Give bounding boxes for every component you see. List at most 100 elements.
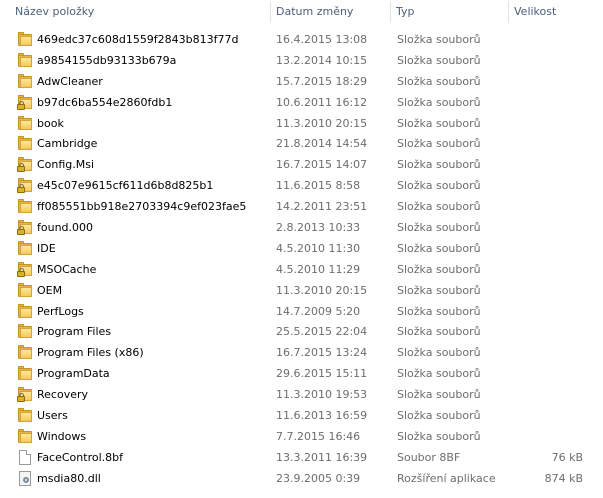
- lock-icon: [17, 267, 25, 277]
- list-item[interactable]: a9854155db93133b679a 13.2.2014 10:15 Složk…: [0, 50, 603, 71]
- item-type: Složka souborů: [397, 158, 481, 172]
- item-date: 16.7.2015 14:07: [276, 158, 368, 172]
- column-header-name[interactable]: Název položky: [10, 0, 271, 25]
- column-header-size-label: Velikost: [514, 5, 557, 18]
- item-date: 11.3.2010 20:15: [276, 283, 368, 297]
- dll-file-icon: [17, 470, 33, 486]
- item-type: Soubor 8BF: [397, 450, 461, 464]
- item-date: 16.4.2015 13:08: [276, 33, 368, 46]
- item-date: 11.6.2013 16:59: [276, 409, 368, 423]
- item-date: 14.2.2011 23:51: [276, 200, 368, 214]
- list-item[interactable]: e45c07e9615cf611d6b8d825b1 11.6.2015 8:58…: [0, 175, 603, 196]
- item-size: [509, 384, 583, 405]
- item-type: Složka souborů: [397, 221, 481, 235]
- item-name: 469edc37c608d1559f2843b813f77d: [37, 33, 239, 46]
- item-name: Program Files (x86): [37, 346, 144, 360]
- item-type: Složka souborů: [397, 346, 481, 360]
- lock-icon: [17, 226, 25, 236]
- folder-icon: [17, 32, 33, 47]
- list-item[interactable]: Recovery 11.3.2010 19:53 Složka souborů: [0, 384, 603, 405]
- item-size: [509, 238, 583, 259]
- item-date: 15.7.2015 18:29: [276, 74, 368, 88]
- item-size: [509, 133, 583, 154]
- list-item[interactable]: AdwCleaner 15.7.2015 18:29 Složka souborů: [0, 71, 603, 92]
- item-size: [509, 426, 583, 447]
- item-date: 10.6.2011 16:12: [276, 95, 368, 109]
- item-type: Složka souborů: [397, 325, 481, 339]
- item-date: 21.8.2014 14:54: [276, 137, 368, 151]
- locked-folder-icon: [17, 178, 33, 194]
- item-name: msdia80.dll: [37, 471, 101, 485]
- item-name: AdwCleaner: [37, 74, 103, 88]
- item-date: 11.3.2010 20:15: [276, 116, 368, 130]
- folder-icon: [17, 303, 33, 319]
- item-type: Složka souborů: [397, 388, 481, 402]
- item-name: a9854155db93133b679a: [37, 53, 177, 67]
- column-header-size[interactable]: Velikost: [509, 0, 603, 25]
- list-item[interactable]: IDE 4.5.2010 11:30 Složka souborů: [0, 238, 603, 259]
- item-date: 4.5.2010 11:29: [276, 262, 361, 276]
- locked-folder-icon: [17, 261, 33, 277]
- item-type: Složka souborů: [397, 241, 481, 255]
- folder-icon: [17, 240, 33, 256]
- item-type: Složka souborů: [397, 200, 481, 214]
- list-item[interactable]: MSOCache 4.5.2010 11:29 Složka souborů: [0, 259, 603, 280]
- folder-icon: [17, 428, 33, 444]
- list-item[interactable]: Program Files 25.5.2015 22:04 Složka soubo…: [0, 321, 603, 342]
- item-size: [509, 175, 583, 196]
- folder-icon: [17, 199, 33, 214]
- column-header-type[interactable]: Typ: [391, 0, 509, 25]
- item-type: Složka souborů: [397, 74, 481, 88]
- column-header-name-label: Název položky: [15, 5, 95, 18]
- item-name: book: [37, 116, 64, 130]
- list-item[interactable]: OEM 11.3.2010 20:15 Složka souborů: [0, 280, 603, 301]
- list-item[interactable]: Windows 7.7.2015 16:46 Složka souborů: [0, 426, 603, 447]
- item-name: Windows: [37, 429, 87, 443]
- item-type: Složka souborů: [397, 283, 481, 297]
- item-type: Složka souborů: [397, 304, 481, 318]
- item-type: Složka souborů: [397, 367, 481, 381]
- list-item[interactable]: Cambridge 21.8.2014 14:54 Složka souborů: [0, 133, 603, 154]
- item-type: Složka souborů: [397, 409, 481, 423]
- item-size: [509, 50, 583, 71]
- list-item[interactable]: msdia80.dll 23.9.2005 0:39 Rozšíření aplik…: [0, 468, 603, 489]
- item-size: [509, 280, 583, 301]
- item-name: Program Files: [37, 325, 112, 339]
- list-item[interactable]: Config.Msi 16.7.2015 14:07 Složka souborů: [0, 154, 603, 175]
- item-name: Recovery: [37, 388, 89, 402]
- item-name: PerfLogs: [37, 304, 84, 318]
- item-size: [509, 301, 583, 322]
- folder-icon: [17, 345, 33, 360]
- item-name: Config.Msi: [37, 158, 95, 172]
- list-item[interactable]: b97dc6ba554e2860fdb1 10.6.2011 16:12 Složk…: [0, 92, 603, 113]
- file-list: 469edc37c608d1559f2843b813f77d 16.4.2015 …: [0, 29, 603, 489]
- locked-folder-icon: [17, 220, 33, 236]
- list-item[interactable]: ProgramData 29.6.2015 15:11 Složka souborů: [0, 363, 603, 384]
- lock-icon: [17, 163, 25, 173]
- item-name: Users: [37, 409, 68, 423]
- item-date: 4.5.2010 11:30: [276, 241, 361, 255]
- item-date: 25.5.2015 22:04: [276, 325, 368, 339]
- item-type: Složka souborů: [397, 429, 481, 443]
- list-item[interactable]: book 11.3.2010 20:15 Složka souborů: [0, 113, 603, 134]
- list-item[interactable]: Program Files (x86) 16.7.2015 13:24 Složka…: [0, 342, 603, 363]
- column-header-date[interactable]: Datum změny: [271, 0, 391, 25]
- file-icon: [17, 449, 33, 465]
- list-item[interactable]: FaceControl.8bf 13.3.2011 16:39 Soubor 8BF…: [0, 447, 603, 468]
- item-name: MSOCache: [37, 262, 97, 276]
- list-item[interactable]: PerfLogs 14.7.2009 5:20 Složka souborů: [0, 301, 603, 322]
- item-date: 16.7.2015 13:24: [276, 346, 368, 360]
- item-size: [509, 342, 583, 363]
- list-item[interactable]: 469edc37c608d1559f2843b813f77d 16.4.2015 …: [0, 29, 603, 50]
- list-item[interactable]: Users 11.6.2013 16:59 Složka souborů: [0, 405, 603, 426]
- item-size: 76 kB: [551, 450, 583, 464]
- item-size: [509, 217, 583, 238]
- folder-icon: [17, 73, 33, 89]
- list-item[interactable]: found.000 2.8.2013 10:33 Složka souborů: [0, 217, 603, 238]
- item-name: ff085551bb918e2703394c9ef023fae5: [37, 200, 247, 214]
- item-type: Rozšíření aplikace: [397, 471, 496, 485]
- item-name: b97dc6ba554e2860fdb1: [37, 95, 173, 109]
- item-type: Složka souborů: [397, 179, 481, 193]
- list-item[interactable]: ff085551bb918e2703394c9ef023fae5 14.2.201…: [0, 196, 603, 217]
- item-date: 23.9.2005 0:39: [276, 471, 361, 485]
